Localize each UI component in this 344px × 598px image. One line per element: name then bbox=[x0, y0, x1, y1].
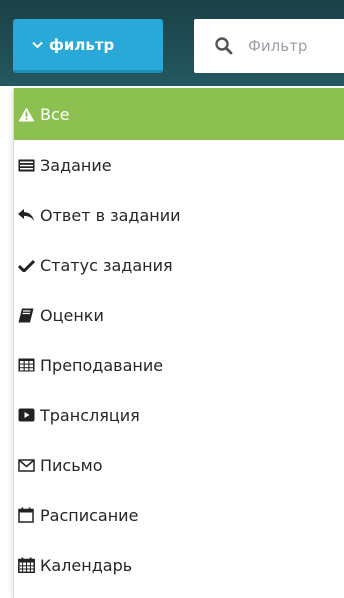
menu-item-label: Преподавание bbox=[40, 355, 164, 375]
menu-item-assignment-status[interactable]: Статус задания bbox=[14, 240, 344, 290]
menu-item-label: Расписание bbox=[40, 505, 139, 525]
menu-item-teaching[interactable]: Преподавание bbox=[14, 340, 344, 390]
menu-item-label: Все bbox=[40, 104, 70, 124]
menu-item-label: Календарь bbox=[40, 555, 133, 575]
warning-icon bbox=[16, 105, 36, 123]
menu-item-assignment[interactable]: Задание bbox=[14, 140, 344, 190]
menu-item-label: Ответ в задании bbox=[40, 205, 181, 225]
check-icon bbox=[16, 256, 36, 274]
menu-item-all[interactable]: Все bbox=[14, 88, 344, 140]
top-bar: фильтр bbox=[0, 0, 344, 86]
search-input[interactable] bbox=[248, 37, 344, 55]
menu-item-broadcast[interactable]: Трансляция bbox=[14, 390, 344, 440]
menu-item-label: Статус задания bbox=[40, 255, 173, 275]
calendar-grid-icon bbox=[16, 556, 36, 574]
table-icon bbox=[16, 356, 36, 374]
menu-item-label: Письмо bbox=[40, 455, 103, 475]
book-icon bbox=[16, 306, 36, 324]
menu-item-grades[interactable]: Оценки bbox=[14, 290, 344, 340]
menu-item-assignment-reply[interactable]: Ответ в задании bbox=[14, 190, 344, 240]
filter-dropdown-button[interactable]: фильтр bbox=[13, 19, 163, 73]
menu-item-letter[interactable]: Письмо bbox=[14, 440, 344, 490]
filter-dropdown-menu: Все Задание Ответ в задании Статус задан… bbox=[13, 88, 344, 598]
menu-item-label: Оценки bbox=[40, 305, 104, 325]
reply-icon bbox=[16, 206, 36, 224]
search-icon bbox=[214, 36, 234, 56]
menu-item-calendar[interactable]: Календарь bbox=[14, 540, 344, 590]
menu-item-label: Задание bbox=[40, 155, 112, 175]
calendar-empty-icon bbox=[16, 506, 36, 524]
chevron-down-icon bbox=[32, 39, 43, 51]
filter-button-label: фильтр bbox=[49, 35, 115, 54]
play-icon bbox=[16, 406, 36, 424]
menu-item-schedule[interactable]: Расписание bbox=[14, 490, 344, 540]
list-icon bbox=[16, 156, 36, 174]
envelope-icon bbox=[16, 456, 36, 474]
search-field[interactable] bbox=[194, 19, 344, 73]
menu-item-label: Трансляция bbox=[40, 405, 140, 425]
